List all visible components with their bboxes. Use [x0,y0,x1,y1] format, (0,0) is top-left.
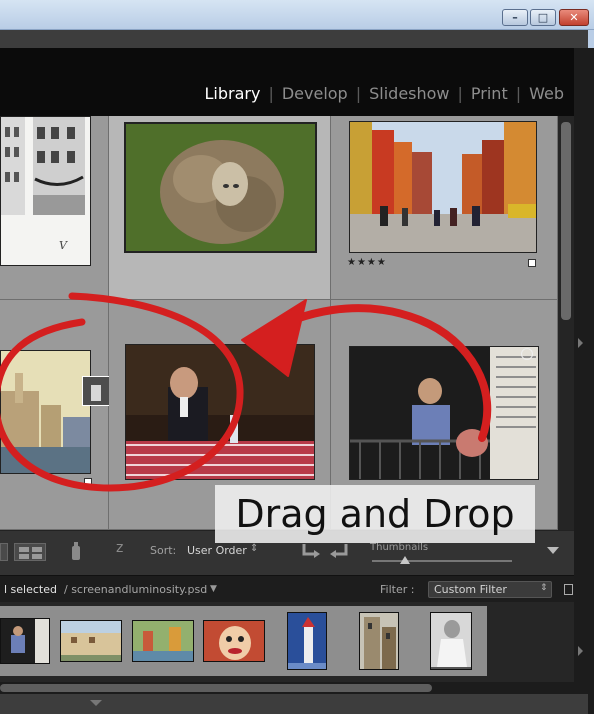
filter-lock-icon[interactable] [564,584,573,595]
current-filename[interactable]: / screenandluminosity.psd [64,583,207,596]
top-panel-strip[interactable] [0,30,588,48]
bottom-panel-strip[interactable] [0,694,588,714]
thumbnail-grid: V ★★★★ [0,116,558,530]
module-header [0,48,588,116]
drag-ghost-thumb [82,376,110,406]
filter-label: Filter : [380,583,415,596]
thumbnails-label: Thumbnails [370,542,429,553]
filmstrip-thumb[interactable] [0,618,50,664]
thumb-venice-sketch[interactable]: V [0,116,91,266]
filmstrip-cell[interactable] [415,606,487,676]
sort-select-arrow-icon[interactable]: ⇕ [250,543,258,554]
window-titlebar: – □ ✕ [0,0,594,30]
maximize-icon: □ [537,11,549,24]
module-web[interactable]: Web [521,84,572,103]
filmstrip-cell[interactable] [271,606,343,676]
sort-select[interactable]: User Order [187,544,247,557]
compare-icon [19,547,42,559]
grid-cell-sheep[interactable] [109,116,331,300]
thumbnail-size-slider[interactable] [372,560,512,562]
flag-badge[interactable] [528,259,536,267]
minimize-icon: – [512,11,518,24]
filmstrip-cell[interactable] [0,606,55,676]
toolbar-menu-chevron-down-icon[interactable] [547,547,559,554]
filmstrip-thumb[interactable] [203,620,265,662]
sort-direction-icon[interactable]: z [116,540,140,562]
selection-circle[interactable] [521,348,533,360]
right-panel-edge [574,48,594,714]
thumb-sheep[interactable] [124,122,317,253]
grid-scroll-thumb[interactable] [561,122,571,320]
view-mode-grid-button[interactable] [0,543,8,561]
thumb-venice-canal[interactable] [0,350,91,474]
filter-select[interactable]: Custom Filter [428,581,552,598]
thumb-diner[interactable] [125,344,315,480]
minimize-button[interactable]: – [502,9,528,26]
filmstrip-scroll-right-icon[interactable] [578,646,583,656]
module-library[interactable]: Library [197,84,269,103]
thumb-street[interactable] [349,121,537,253]
street-image [350,122,536,252]
close-button[interactable]: ✕ [559,9,589,26]
module-develop[interactable]: Develop [274,84,356,103]
filmstrip-cell[interactable] [343,606,415,676]
diner-image [126,345,314,479]
venice-sketch-image: V [1,117,85,252]
selection-count: l selected [4,583,57,596]
spray-can-icon[interactable] [68,540,84,562]
filmstrip-thumb[interactable] [132,620,194,662]
view-mode-compare-button[interactable] [14,543,46,561]
grid-cell-venice-sketch[interactable]: V [0,116,109,300]
drag-ghost-image [83,377,109,405]
filter-select-arrow-icon[interactable]: ⇕ [540,583,548,593]
filmstrip-cell[interactable] [55,606,127,676]
sort-label: Sort: [150,544,177,557]
right-panel-collapse-icon[interactable] [578,338,583,348]
thumb-window-man[interactable] [349,346,539,480]
bottom-panel-collapse-icon[interactable] [90,700,102,706]
az-icon: z [116,540,124,556]
close-icon: ✕ [569,11,579,24]
caption-box: Drag and Drop [215,485,535,543]
grid-cell-street[interactable]: ★★★★ [331,116,558,300]
thumbnail-size-slider-knob[interactable] [400,556,410,564]
rating-stars[interactable]: ★★★★ [347,257,387,268]
filmstrip-thumb[interactable] [60,620,122,662]
caption-text: Drag and Drop [235,492,515,536]
module-slideshow[interactable]: Slideshow [361,84,457,103]
module-picker: Library | Develop | Slideshow | Print | … [197,84,573,103]
maximize-button[interactable]: □ [530,9,556,26]
filmstrip-thumb[interactable] [287,612,327,670]
filmstrip-cell[interactable] [199,606,271,676]
filmstrip-thumb[interactable] [359,612,399,670]
module-print[interactable]: Print [463,84,516,103]
sheep-image [126,124,315,251]
flag-badge[interactable] [84,478,92,486]
window-man-image [350,347,538,479]
filmstrip-thumb[interactable] [430,612,472,670]
svg-text:V: V [59,239,68,252]
filmstrip-cell[interactable] [127,606,199,676]
filmstrip-scroll-thumb[interactable] [0,684,432,692]
filename-dropdown-icon[interactable]: ▼ [210,584,217,594]
venice-canal-image [1,351,90,473]
grid-cell-venice-canal[interactable] [0,300,110,530]
